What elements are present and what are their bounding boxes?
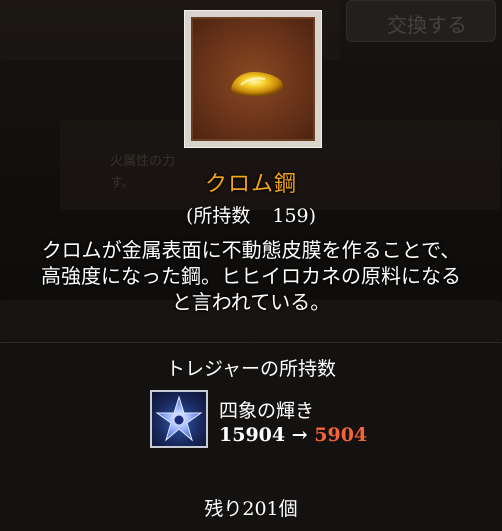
arrow-icon: → xyxy=(291,424,308,446)
owned-count: 159) xyxy=(272,205,317,227)
treasure-section-title: トレジャーの所持数 xyxy=(165,358,337,380)
treasure-name: 四象の輝き xyxy=(219,400,315,422)
four-symbols-star-icon xyxy=(150,390,208,448)
item-image-background xyxy=(191,17,315,141)
star-icon xyxy=(155,395,203,442)
treasure-count-before: 15904 xyxy=(219,424,286,446)
owned-label: (所持数 xyxy=(185,205,251,227)
description-line-1: クロムが金属表面に不動態皮膜を作ることで、 xyxy=(41,238,461,262)
description-line-2: 高強度になった鋼。ヒヒイロカネの原料になる xyxy=(41,264,461,288)
item-image-frame xyxy=(184,10,322,148)
owned-count-line: (所持数 159) xyxy=(0,201,502,228)
description-line-3: と言われている。 xyxy=(171,290,331,314)
chrome-steel-nugget-icon xyxy=(230,71,284,96)
treasure-count-after: 5904 xyxy=(314,424,368,446)
remaining-count: 残り201個 xyxy=(204,498,298,520)
item-name: クロム鋼 xyxy=(204,172,297,197)
treasure-count: 15904 → 5904 xyxy=(219,424,367,446)
item-description: クロムが金属表面に不動態皮膜を作ることで、 高強度になった鋼。ヒヒイロカネの原料… xyxy=(0,237,502,315)
